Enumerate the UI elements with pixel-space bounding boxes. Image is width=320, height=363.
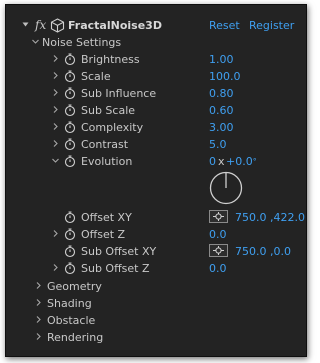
- param-value[interactable]: 100.0: [209, 68, 241, 85]
- chevron-right-icon[interactable]: [33, 329, 43, 346]
- param-label: Offset XY: [81, 211, 132, 224]
- stopwatch-icon[interactable]: [63, 261, 77, 275]
- param-label: Evolution: [81, 155, 133, 168]
- chevron-right-icon[interactable]: [50, 136, 60, 153]
- param-row-complexity: Complexity 3.00: [6, 119, 306, 136]
- param-row-offset-z: Offset Z 0.0: [6, 226, 306, 243]
- param-row-sub-scale: Sub Scale 0.60: [6, 102, 306, 119]
- param-row-brightness: Brightness 1.00: [6, 51, 306, 68]
- chevron-right-icon[interactable]: [50, 51, 60, 68]
- evolution-angle-dial[interactable]: [209, 171, 243, 208]
- param-value[interactable]: 750.0 ,422.0: [235, 209, 305, 226]
- chevron-right-icon[interactable]: [50, 102, 60, 119]
- group-label: Geometry: [47, 280, 102, 293]
- crosshair-icon[interactable]: [209, 210, 228, 223]
- fx-toggle[interactable]: fx: [35, 17, 46, 34]
- reset-link[interactable]: Reset: [209, 17, 240, 34]
- stopwatch-icon[interactable]: [63, 52, 77, 66]
- stopwatch-icon[interactable]: [63, 103, 77, 117]
- crosshair-icon[interactable]: [209, 244, 228, 257]
- stopwatch-icon[interactable]: [63, 244, 77, 258]
- degree-symbol: °: [252, 157, 257, 166]
- evolution-degrees-value: +0.0: [226, 155, 253, 168]
- group-obstacle[interactable]: Obstacle: [6, 312, 306, 329]
- group-label: Noise Settings: [42, 36, 122, 49]
- chevron-right-icon[interactable]: [33, 295, 43, 312]
- chevron-right-icon[interactable]: [33, 312, 43, 329]
- stopwatch-icon[interactable]: [63, 86, 77, 100]
- param-label: Complexity: [81, 121, 144, 134]
- stopwatch-icon[interactable]: [63, 69, 77, 83]
- chevron-down-icon[interactable]: [50, 153, 60, 170]
- chevron-right-icon[interactable]: [33, 278, 43, 295]
- effect-controls-panel: fx FractalNoise3D Reset Register Noise S…: [5, 4, 307, 357]
- param-row-sub-offset-z: Sub Offset Z 0.0: [6, 260, 306, 277]
- param-label: Brightness: [81, 53, 140, 66]
- param-row-evolution: Evolution 0 x +0.0°: [6, 153, 306, 170]
- group-label: Obstacle: [47, 314, 96, 327]
- param-value[interactable]: 0.0: [209, 226, 227, 243]
- param-value[interactable]: 750.0 ,0.0: [235, 243, 291, 260]
- stopwatch-icon[interactable]: [63, 210, 77, 224]
- param-row-scale: Scale 100.0: [6, 68, 306, 85]
- chevron-down-icon[interactable]: [30, 34, 40, 51]
- chevron-right-icon[interactable]: [50, 85, 60, 102]
- stopwatch-icon[interactable]: [63, 154, 77, 168]
- stopwatch-icon[interactable]: [63, 227, 77, 241]
- stopwatch-icon[interactable]: [63, 120, 77, 134]
- effect-twirl-icon[interactable]: [20, 17, 30, 34]
- param-value[interactable]: 3.00: [209, 119, 234, 136]
- param-row-sub-influence: Sub Influence 0.80: [6, 85, 306, 102]
- param-row-contrast: Contrast 5.0: [6, 136, 306, 153]
- param-label: Scale: [81, 70, 111, 83]
- param-label: Sub Offset XY: [81, 245, 157, 258]
- param-label: Sub Offset Z: [81, 262, 150, 275]
- param-value[interactable]: 1.00: [209, 51, 234, 68]
- chevron-right-icon[interactable]: [50, 226, 60, 243]
- evolution-separator: x: [218, 155, 225, 168]
- stopwatch-icon[interactable]: [63, 137, 77, 151]
- param-row-offset-xy: Offset XY 750.0 ,422.0: [6, 209, 306, 226]
- param-value[interactable]: 0.80: [209, 85, 234, 102]
- group-geometry[interactable]: Geometry: [6, 278, 306, 295]
- register-link[interactable]: Register: [249, 17, 294, 34]
- chevron-right-icon[interactable]: [50, 260, 60, 277]
- group-label: Rendering: [47, 331, 104, 344]
- param-value[interactable]: 0.60: [209, 102, 234, 119]
- group-shading[interactable]: Shading: [6, 295, 306, 312]
- param-label: Sub Scale: [81, 104, 136, 117]
- evolution-degrees[interactable]: +0.0°: [226, 153, 257, 170]
- param-label: Offset Z: [81, 228, 126, 241]
- chevron-right-icon[interactable]: [50, 68, 60, 85]
- effect-name: FractalNoise3D: [68, 19, 162, 32]
- evolution-revolutions[interactable]: 0: [209, 153, 216, 170]
- param-row-sub-offset-xy: Sub Offset XY 750.0 ,0.0: [6, 243, 306, 260]
- group-rendering[interactable]: Rendering: [6, 329, 306, 346]
- param-value[interactable]: 0.0: [209, 260, 227, 277]
- chevron-right-icon[interactable]: [50, 119, 60, 136]
- param-label: Sub Influence: [81, 87, 157, 100]
- param-label: Contrast: [81, 138, 129, 151]
- effect-header: fx FractalNoise3D Reset Register: [6, 17, 306, 34]
- group-noise-settings[interactable]: Noise Settings: [6, 34, 306, 51]
- group-label: Shading: [47, 297, 92, 310]
- param-value[interactable]: 5.0: [209, 136, 227, 153]
